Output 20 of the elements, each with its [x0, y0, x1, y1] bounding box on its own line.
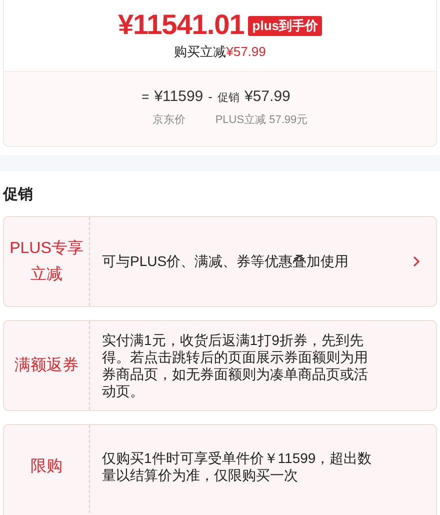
- section-title: 促销: [2, 185, 34, 205]
- equals-sign: =: [142, 88, 150, 106]
- promo-value: ¥57.99: [244, 87, 290, 107]
- discount-label: 购买立减: [174, 43, 226, 61]
- final-price: ¥11541.01: [118, 9, 244, 41]
- minus-sign: -: [208, 88, 212, 106]
- chevron-right-icon[interactable]: [413, 256, 420, 267]
- promotion-text: 实付满1元，收货后返满1打9折券，先到先得。若点击跳转后的页面展示券面额则为用券商品页，如无券面额则为凑单商品页或活动页。: [102, 332, 369, 400]
- base-caption: 京东价: [152, 112, 186, 128]
- promotion-tag: PLUS专享立减: [6, 236, 86, 288]
- price-badge: plus到手价: [248, 16, 322, 36]
- promo-caption: PLUS立减 57.99元: [215, 112, 308, 128]
- base-price: ¥11599: [154, 87, 204, 107]
- promo-label: 促销: [218, 91, 240, 106]
- discount-value: ¥57.99: [226, 43, 266, 61]
- promotion-text: 仅购买1件时可享受单件价￥11599，超出数量以结算价为准，仅限购买一次: [102, 450, 373, 484]
- promotion-text: 可与PLUS价、满减、券等优惠叠加使用: [102, 253, 350, 270]
- promotion-tag: 限购: [6, 454, 86, 480]
- promotion-tag: 满额返券: [6, 352, 86, 378]
- promotion-card[interactable]: PLUS专享立减 可与PLUS价、满减、券等优惠叠加使用: [3, 216, 437, 307]
